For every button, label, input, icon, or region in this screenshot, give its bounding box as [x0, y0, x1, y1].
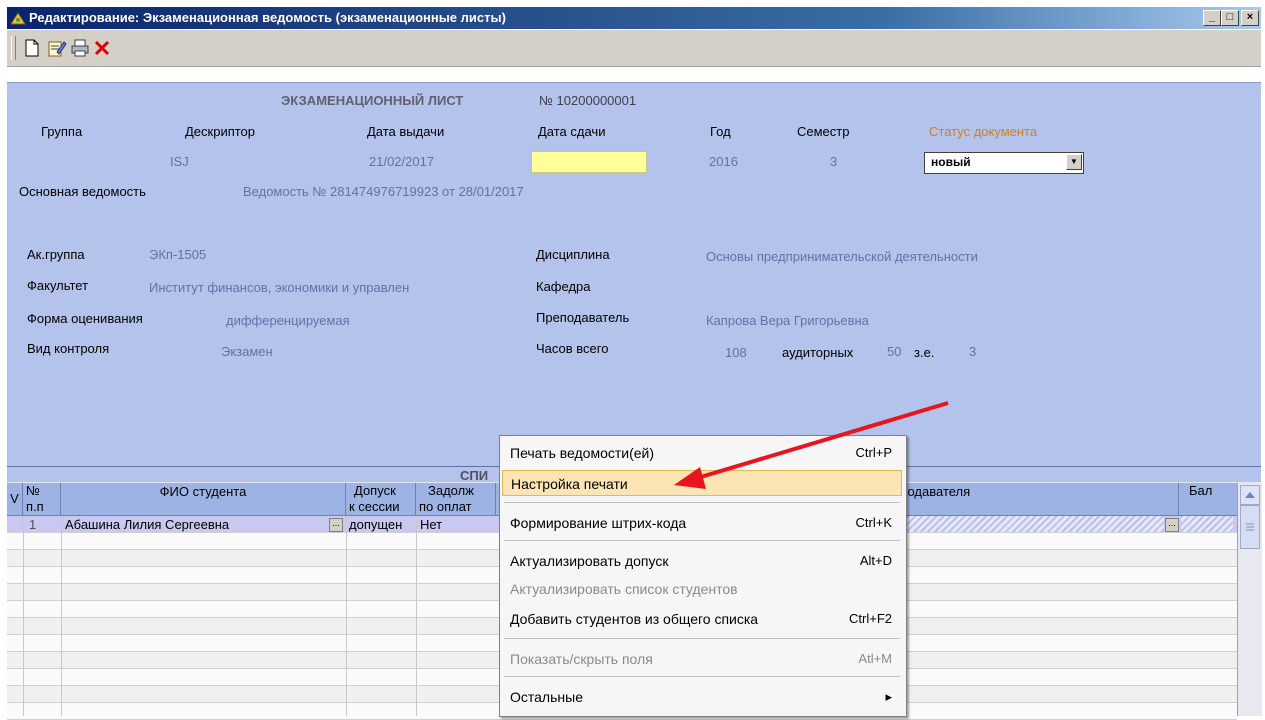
col-header-admit[interactable]: Допуск к сессии [346, 483, 416, 515]
faculty-value[interactable]: Институт финансов, экономики и управлен [149, 280, 409, 295]
hours-total-value[interactable]: 108 [725, 345, 747, 360]
hours-total-label: Часов всего [536, 341, 609, 356]
row-admit[interactable]: допущен [349, 517, 402, 532]
status-label: Статус документа [929, 124, 1038, 139]
year-value[interactable]: 2016 [709, 154, 738, 169]
teacher-lookup-icon[interactable]: ... [1165, 518, 1179, 532]
column-divider [346, 516, 347, 716]
row-score-cell[interactable] [1181, 516, 1233, 532]
document-number: № 10200000001 [539, 93, 637, 108]
col-header-score[interactable]: Бал [1179, 483, 1237, 515]
auditory-value[interactable]: 50 [887, 344, 901, 359]
column-divider [61, 516, 62, 716]
menu-item-barcode[interactable]: Формирование штрих-кода Ctrl+K [502, 510, 902, 536]
minimize-button[interactable]: _ [1203, 10, 1221, 26]
semester-label: Семестр [797, 124, 850, 139]
row-teacher-cell[interactable] [907, 516, 1164, 532]
scroll-up-icon[interactable] [1240, 485, 1260, 505]
print-icon[interactable] [70, 38, 90, 58]
toolbar [7, 30, 1261, 67]
teacher-value[interactable]: Капрова Вера Григорьевна [706, 313, 869, 328]
ak-group-value[interactable]: ЭКп-1505 [149, 247, 206, 262]
toolbar-grip[interactable] [11, 36, 16, 60]
row-num: 1 [29, 517, 37, 532]
annotation-arrow-icon [674, 401, 949, 489]
fio-lookup-icon[interactable]: ... [329, 518, 343, 532]
close-button[interactable]: × [1241, 10, 1259, 26]
app-icon [10, 12, 26, 25]
control-type-value[interactable]: Экзамен [221, 344, 273, 359]
col-header-debt[interactable]: Задолж по оплат [416, 483, 496, 515]
submit-date-input[interactable] [531, 151, 647, 173]
grid-title: СПИ [460, 468, 489, 483]
menu-item-show-hide-fields: Показать/скрыть поля Atl+M [510, 651, 892, 667]
menu-item-update-student-list: Актуализировать список студентов [510, 581, 738, 597]
edit-icon[interactable] [47, 38, 67, 58]
col-header-v[interactable]: V [7, 483, 23, 515]
menu-item-other[interactable]: Остальные ▸ [502, 684, 902, 710]
control-type-label: Вид контроля [27, 341, 110, 356]
main-sheet-label: Основная ведомость [19, 184, 146, 199]
vertical-scrollbar[interactable] [1237, 483, 1262, 716]
assessment-form-value[interactable]: дифференцируемая [226, 313, 350, 328]
semester-value[interactable]: 3 [830, 154, 837, 169]
teacher-label: Преподаватель [536, 310, 630, 325]
menu-separator [504, 676, 900, 677]
new-document-icon[interactable] [22, 38, 42, 58]
submenu-arrow-icon: ▸ [885, 689, 892, 704]
issue-date-value[interactable]: 21/02/2017 [369, 154, 434, 169]
maximize-button[interactable]: □ [1221, 10, 1239, 26]
issue-date-label: Дата выдачи [367, 124, 445, 139]
status-select[interactable]: новый ▼ [924, 152, 1084, 174]
assessment-form-label: Форма оценивания [27, 311, 143, 326]
menu-separator [504, 502, 900, 503]
row-fio[interactable]: Абашина Лилия Сергеевна [65, 517, 229, 532]
year-label: Год [710, 124, 731, 139]
credits-value[interactable]: 3 [969, 344, 976, 359]
col-header-fio[interactable]: ФИО студента [61, 483, 346, 515]
auditory-label: аудиторных [782, 345, 854, 360]
credits-label: з.е. [914, 345, 935, 360]
menu-separator [504, 638, 900, 639]
discipline-value[interactable]: Основы предпринимательской деятельности [706, 249, 978, 264]
form-heading: ЭКЗАМЕНАЦИОННЫЙ ЛИСТ [281, 93, 464, 108]
title-bar: Редактирование: Экзаменационная ведомост… [7, 7, 1261, 29]
ak-group-label: Ак.группа [27, 247, 85, 262]
faculty-label: Факультет [27, 278, 89, 293]
menu-item-add-students[interactable]: Добавить студентов из общего списка Ctrl+… [502, 606, 902, 632]
status-select-value: новый [931, 155, 971, 169]
column-divider [416, 516, 417, 716]
discipline-label: Дисциплина [536, 247, 610, 262]
column-divider [23, 516, 24, 716]
row-debt[interactable]: Нет [420, 517, 442, 532]
group-label: Группа [41, 124, 83, 139]
document-form: ЭКЗАМЕНАЦИОННЫЙ ЛИСТ № 10200000001 Групп… [7, 82, 1261, 466]
department-label: Кафедра [536, 279, 591, 294]
delete-icon[interactable] [92, 38, 112, 58]
menu-item-update-admission[interactable]: Актуализировать допуск Alt+D [502, 548, 902, 574]
window-title: Редактирование: Экзаменационная ведомост… [29, 10, 506, 25]
descriptor-value[interactable]: ISJ [170, 154, 189, 169]
chevron-down-icon[interactable]: ▼ [1066, 154, 1082, 170]
menu-separator [504, 540, 900, 541]
descriptor-label: Дескриптор [185, 124, 256, 139]
main-sheet-value[interactable]: Ведомость № 281474976719923 от 28/01/201… [243, 184, 524, 199]
col-header-num[interactable]: № п.п [23, 483, 61, 515]
scroll-thumb[interactable] [1240, 505, 1260, 549]
submit-date-label: Дата сдачи [538, 124, 606, 139]
